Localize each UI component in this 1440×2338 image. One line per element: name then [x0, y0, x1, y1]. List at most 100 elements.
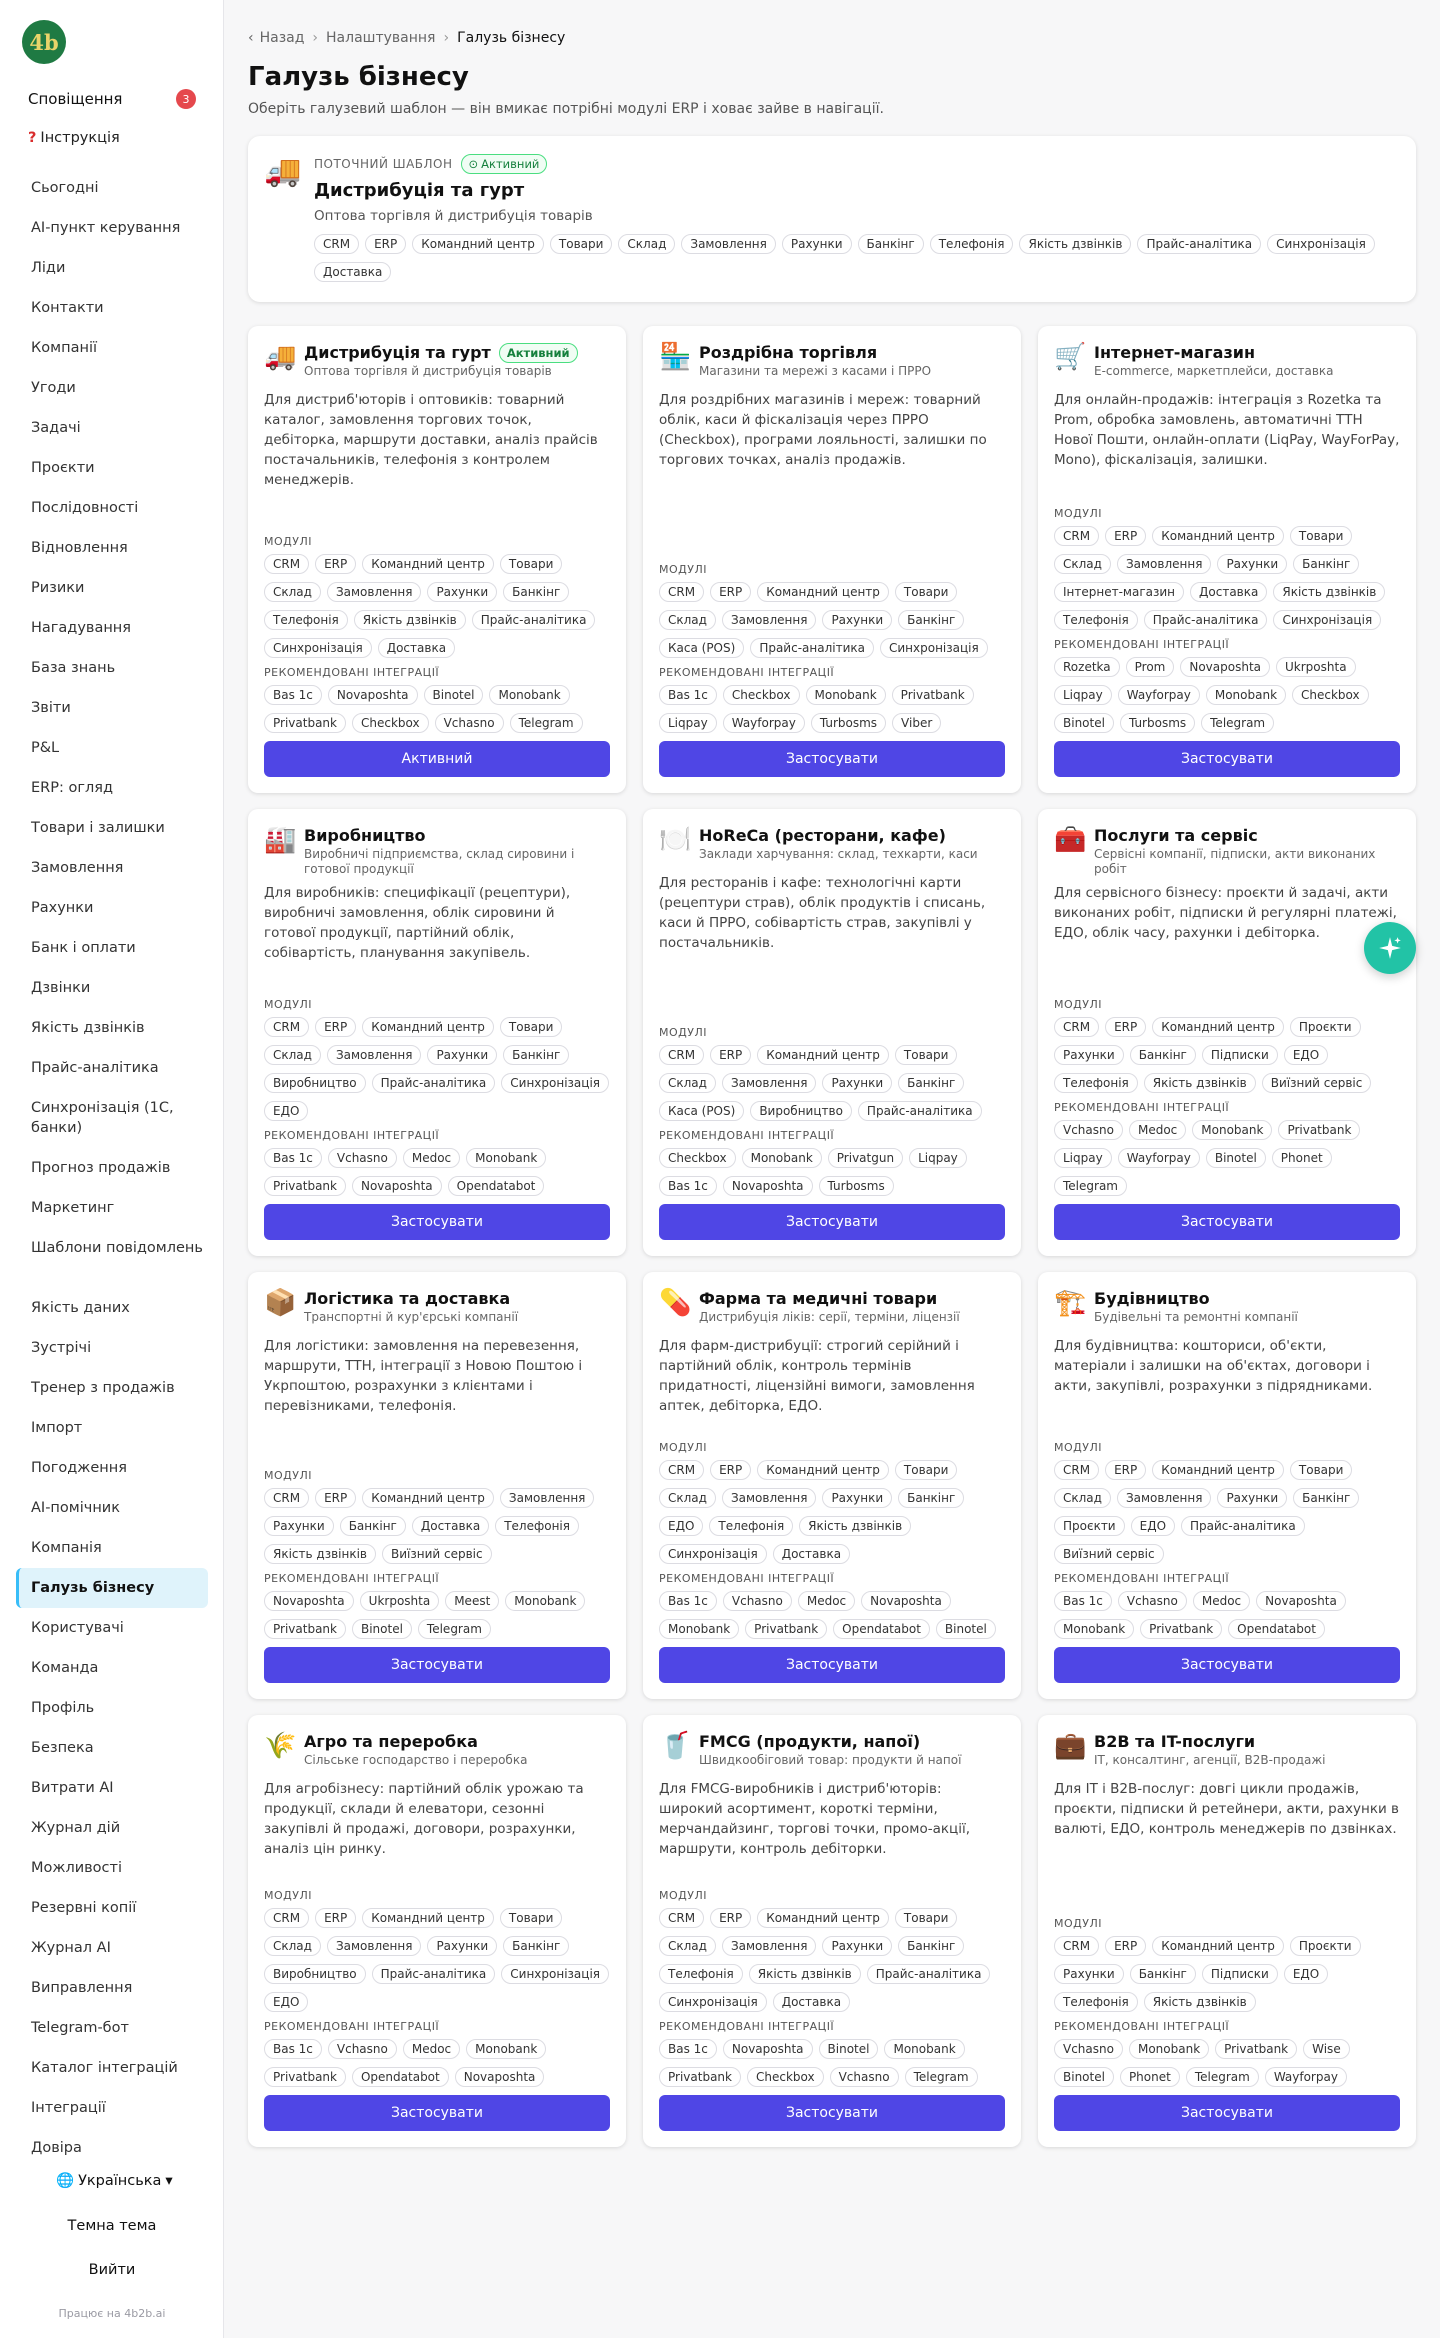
sidebar-item-11[interactable]: Нагадування [16, 608, 208, 648]
logo[interactable]: 4b [22, 20, 66, 64]
sidebar-item-27[interactable]: Якість даних [16, 1288, 208, 1328]
language-selector[interactable]: 🌐 Українська ▾ [56, 2172, 173, 2190]
integration-chip: Bas 1c [1054, 1591, 1112, 1611]
sidebar-item-17[interactable]: Замовлення [16, 848, 208, 888]
sidebar-item-48[interactable]: Довіра [16, 2128, 208, 2168]
sidebar-item-6[interactable]: Задачі [16, 408, 208, 448]
integration-chip: Bas 1c [264, 685, 322, 705]
template-tagline: E-commerce, маркетплейси, доставка [1094, 364, 1334, 378]
sidebar-item-19[interactable]: Банк і оплати [16, 928, 208, 968]
sidebar-item-35[interactable]: Користувачі [16, 1608, 208, 1648]
sidebar-item-31[interactable]: Погодження [16, 1448, 208, 1488]
apply-template-button[interactable]: Застосувати [264, 1647, 610, 1683]
ai-assistant-button[interactable] [1364, 922, 1416, 974]
template-card-header: 💊 Фарма та медичні товари Дистрибуція лікі… [659, 1288, 1005, 1330]
apply-template-button[interactable]: Застосувати [1054, 1204, 1400, 1240]
module-chip: ERP [315, 554, 357, 574]
sidebar-item-39[interactable]: Витрати AI [16, 1768, 208, 1808]
sidebar-item-37[interactable]: Профіль [16, 1688, 208, 1728]
sidebar-item-15[interactable]: ERP: огляд [16, 768, 208, 808]
powered-by[interactable]: Працює на 4b2b.ai [0, 2307, 224, 2320]
sidebar-item-33[interactable]: Компанія [16, 1528, 208, 1568]
sidebar-item-46[interactable]: Каталог інтеграцій [16, 2048, 208, 2088]
sidebar-item-43[interactable]: Журнал AI [16, 1928, 208, 1968]
sidebar-item-16[interactable]: Товари і залишки [16, 808, 208, 848]
integration-chip: Opendatabot [833, 1619, 930, 1639]
module-chip: Підписки [1201, 1045, 1278, 1065]
sidebar-item-22[interactable]: Прайс-аналітика [16, 1048, 208, 1088]
sidebar-item-32[interactable]: AI-помічник [16, 1488, 208, 1528]
sidebar-item-3[interactable]: Контакти [16, 288, 208, 328]
sidebar-item-47[interactable]: Інтеграції [16, 2088, 208, 2128]
apply-template-button[interactable]: Застосувати [1054, 741, 1400, 777]
sidebar-item-45[interactable]: Telegram-бот [16, 2008, 208, 2048]
sidebar-item-14[interactable]: P&L [16, 728, 208, 768]
sidebar-item-36[interactable]: Команда [16, 1648, 208, 1688]
module-chip: Якість дзвінків [1143, 1073, 1256, 1093]
sidebar-item-25[interactable]: Маркетинг [16, 1188, 208, 1228]
sidebar-item-24[interactable]: Прогноз продажів [16, 1148, 208, 1188]
apply-template-button[interactable]: Застосувати [659, 1647, 1005, 1683]
sidebar-item-4[interactable]: Компанії [16, 328, 208, 368]
sidebar-item-18[interactable]: Рахунки [16, 888, 208, 928]
breadcrumb-settings[interactable]: Налаштування [326, 30, 435, 46]
sidebar-item-20[interactable]: Дзвінки [16, 968, 208, 1008]
module-chip: Прайс-аналітика [750, 638, 874, 658]
sidebar-item-23[interactable]: Синхронізація (1С, банки) [16, 1088, 208, 1148]
apply-template-button[interactable]: Застосувати [264, 2095, 610, 2131]
sidebar-item-5[interactable]: Угоди [16, 368, 208, 408]
sidebar-item-0[interactable]: Сьогодні [16, 168, 208, 208]
active-template-button[interactable]: Активний [264, 741, 610, 777]
sidebar-item-2[interactable]: Ліди [16, 248, 208, 288]
template-card-title-block: FMCG (продукти, напої) Швидкообіговий тов… [699, 1731, 961, 1768]
sidebar-item-28[interactable]: Зустрічі [16, 1328, 208, 1368]
sidebar-item-13[interactable]: Звіти [16, 688, 208, 728]
template-card-title-block: B2B та IT-послуги IT, консалтинг, агенції… [1094, 1731, 1326, 1768]
template-name-row: FMCG (продукти, напої) [699, 1731, 961, 1753]
apply-template-button[interactable]: Застосувати [659, 2095, 1005, 2131]
sidebar-item-44[interactable]: Виправлення [16, 1968, 208, 2008]
apply-template-button[interactable]: Застосувати [264, 1204, 610, 1240]
integration-chip: Rozetka [1054, 657, 1120, 677]
module-chip: Замовлення [326, 1045, 422, 1065]
sidebar-item-7[interactable]: Проєкти [16, 448, 208, 488]
sidebar-item-26[interactable]: Шаблони повідомлень [16, 1228, 208, 1288]
sidebar-item-29[interactable]: Тренер з продажів [16, 1368, 208, 1408]
notifications-link[interactable]: Сповіщення 3 [28, 89, 196, 109]
template-tagline: Заклади харчування: склад, техкарти, кас… [699, 847, 978, 861]
module-chip: CRM [264, 1017, 310, 1037]
sidebar-item-12[interactable]: База знань [16, 648, 208, 688]
template-card-footer: МОДУЛІ CRM ERP Командний центр Товари Склад За… [1054, 507, 1400, 777]
template-card-footer: МОДУЛІ CRM ERP Командний центр Товари Склад За… [659, 1889, 1005, 2131]
sidebar-item-9[interactable]: Відновлення [16, 528, 208, 568]
sidebar-item-42[interactable]: Резервні копії [16, 1888, 208, 1928]
back-link[interactable]: ‹ Назад [248, 30, 304, 46]
apply-template-button[interactable]: Застосувати [659, 1204, 1005, 1240]
module-chip: Виїзний сервіс [1261, 1073, 1372, 1093]
sidebar-item-30[interactable]: Імпорт [16, 1408, 208, 1448]
template-card: 🧰 Послуги та сервіс Сервісні компанії, під… [1038, 809, 1416, 1256]
current-template-panel: 🚚 ПОТОЧНИЙ ШАБЛОН ⊙ Активний Дистрибуція… [248, 136, 1416, 302]
template-name: Виробництво [304, 826, 426, 845]
active-status-badge: ⊙ Активний [460, 154, 548, 174]
sidebar-item-8[interactable]: Послідовності [16, 488, 208, 528]
sidebar-item-38[interactable]: Безпека [16, 1728, 208, 1768]
logout-button[interactable]: Вийти [0, 2262, 224, 2278]
sidebar-item-21[interactable]: Якість дзвінків [16, 1008, 208, 1048]
help-link[interactable]: ? Інструкція [28, 130, 120, 146]
apply-template-button[interactable]: Застосувати [1054, 1647, 1400, 1683]
module-chip: Рахунки [427, 1045, 498, 1065]
module-chip: Доставка [314, 262, 392, 282]
apply-template-button[interactable]: Застосувати [1054, 2095, 1400, 2131]
dark-theme-toggle[interactable]: Темна тема [0, 2218, 224, 2234]
sidebar-item-40[interactable]: Журнал дій [16, 1808, 208, 1848]
integration-chip: Monobank [1205, 685, 1287, 705]
module-chip: Товари [894, 1045, 958, 1065]
sidebar-item-10[interactable]: Ризики [16, 568, 208, 608]
integrations-label: РЕКОМЕНДОВАНІ ІНТЕГРАЦІЇ [264, 666, 440, 679]
sidebar-item-34[interactable]: Галузь бізнесу [16, 1568, 208, 1608]
module-chip: Телефонія [1054, 1073, 1138, 1093]
apply-template-button[interactable]: Застосувати [659, 741, 1005, 777]
sidebar-item-1[interactable]: AI-пункт керування [16, 208, 208, 248]
sidebar-item-41[interactable]: Можливості [16, 1848, 208, 1888]
